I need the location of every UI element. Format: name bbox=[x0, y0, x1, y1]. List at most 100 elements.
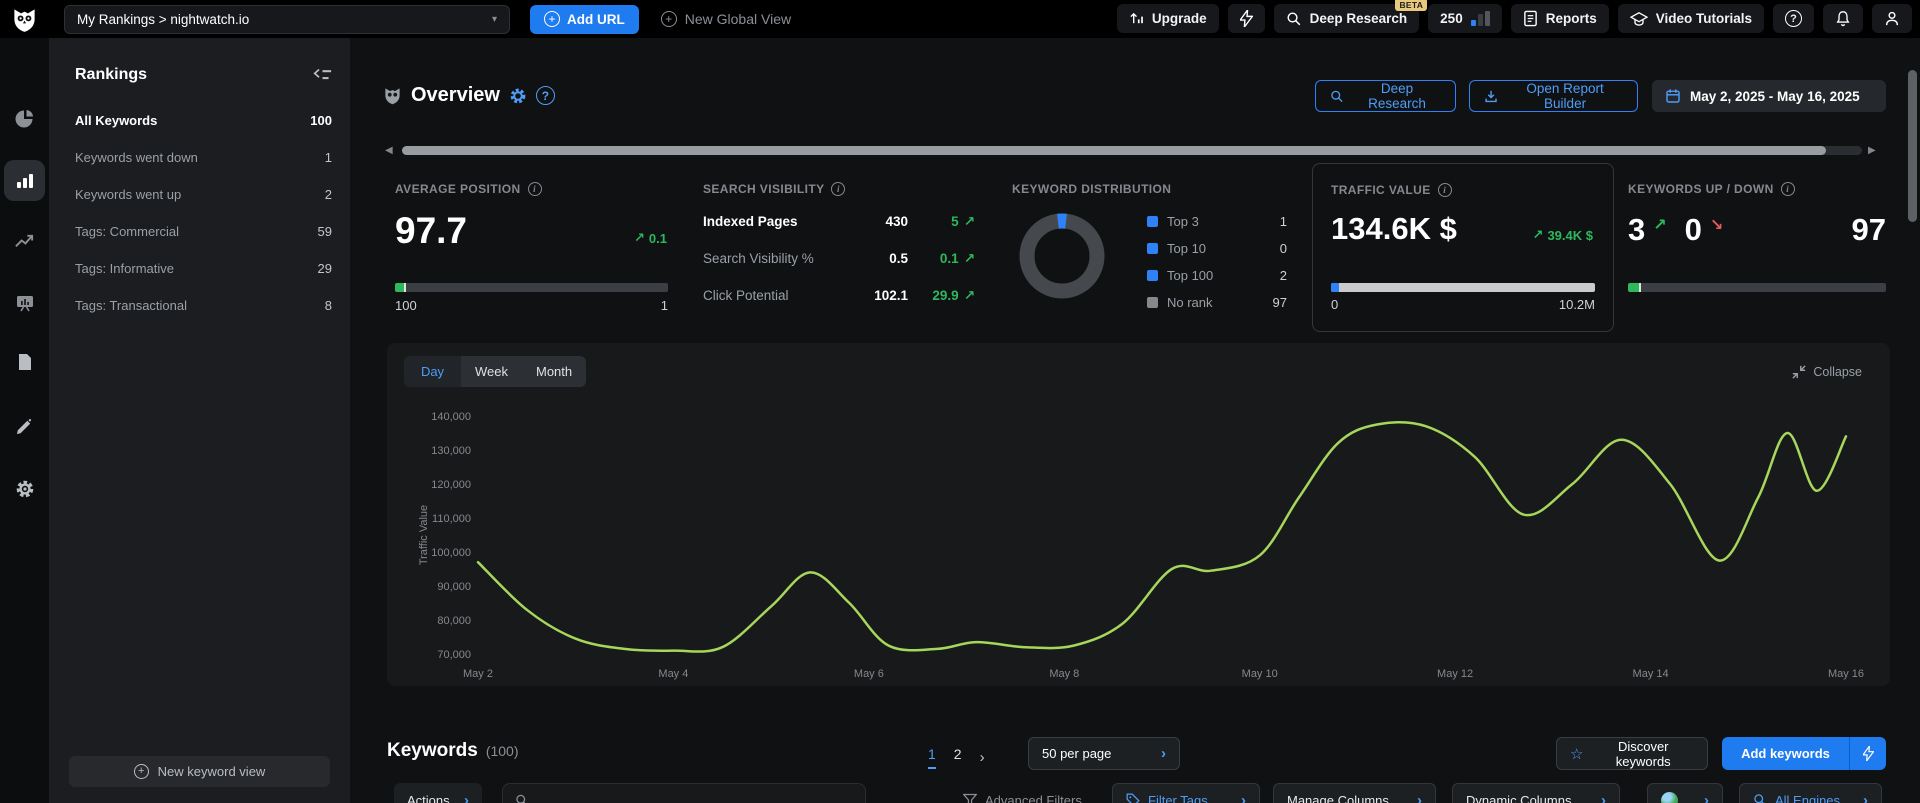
legend-swatch bbox=[1147, 269, 1158, 281]
sidebar-item-reports[interactable] bbox=[4, 341, 45, 382]
filter-tags-button[interactable]: Filter Tags › bbox=[1112, 783, 1260, 803]
legend-item-top-10: Top 10 0 bbox=[1147, 238, 1287, 258]
reports-button[interactable]: Reports bbox=[1510, 4, 1609, 33]
open-report-builder-button[interactable]: Open Report Builder bbox=[1469, 80, 1638, 112]
keywords-title: Keywords bbox=[387, 740, 478, 761]
sidebar-item-site-audit[interactable] bbox=[4, 282, 45, 323]
help-icon[interactable]: ? bbox=[535, 86, 555, 105]
sidebar-item-trends[interactable] bbox=[4, 221, 45, 262]
page-icon bbox=[18, 353, 31, 370]
sidebar-item-tags-informative[interactable]: Tags: Informative 29 bbox=[49, 250, 350, 287]
scroll-right-arrow[interactable]: ▶ bbox=[1868, 145, 1876, 156]
funnel-icon bbox=[963, 793, 977, 803]
keywords-up-down-bar bbox=[1628, 283, 1886, 292]
sidebar-item-settings[interactable] bbox=[4, 468, 45, 509]
date-range-picker[interactable]: May 2, 2025 - May 16, 2025 bbox=[1652, 80, 1886, 112]
keyword-views-list: All Keywords 100 Keywords went down 1 Keywor… bbox=[49, 102, 350, 324]
advanced-filters-button[interactable]: Advanced Filters bbox=[950, 783, 1095, 803]
notifications-button[interactable] bbox=[1823, 4, 1863, 33]
video-tutorials-button[interactable]: Video Tutorials bbox=[1617, 4, 1764, 33]
legend-label: Top 10 bbox=[1167, 240, 1207, 256]
sidebar-item-all-keywords[interactable]: All Keywords 100 bbox=[49, 102, 350, 139]
metric-value: 102.1 bbox=[874, 288, 908, 303]
boost-button[interactable] bbox=[1227, 4, 1265, 33]
deep-research-button[interactable]: Deep Research BETA bbox=[1273, 0, 1428, 33]
keyword-distribution-panel: KEYWORD DISTRIBUTION Top 3 1 Top 10 0 Top 10… bbox=[1012, 170, 1295, 334]
sidebar-item-tags-transactional[interactable]: Tags: Transactional 8 bbox=[49, 287, 350, 324]
discover-keywords-button[interactable]: ☆ Discover keywords bbox=[1556, 737, 1708, 770]
add-keywords-button[interactable]: Add keywords bbox=[1722, 737, 1849, 770]
project-selector-dropdown[interactable]: My Rankings > nightwatch.io ▾ bbox=[64, 4, 510, 34]
legend-item-top-3: Top 3 1 bbox=[1147, 211, 1287, 231]
scroll-left-arrow[interactable]: ◀ bbox=[385, 145, 393, 156]
tab-day[interactable]: Day bbox=[404, 356, 461, 387]
search-input[interactable] bbox=[537, 792, 853, 803]
next-page-button[interactable]: › bbox=[980, 749, 985, 766]
sidebar-item-dashboard[interactable] bbox=[4, 98, 45, 139]
info-icon[interactable]: i bbox=[1437, 183, 1452, 197]
svg-text:May 10: May 10 bbox=[1242, 668, 1278, 680]
up-arrow-icon: ↗ bbox=[1653, 217, 1667, 234]
legend-swatch bbox=[1147, 215, 1158, 227]
sidebar-item-keywords-went-down[interactable]: Keywords went down 1 bbox=[49, 139, 350, 176]
legend-label: Top 100 bbox=[1167, 267, 1214, 283]
svg-text:May 8: May 8 bbox=[1049, 668, 1079, 680]
svg-text:May 14: May 14 bbox=[1633, 668, 1669, 680]
new-global-view-button[interactable]: + New Global View bbox=[660, 11, 791, 27]
horizontal-scrollbar-thumb[interactable] bbox=[402, 146, 1826, 155]
nightwatch-logo[interactable] bbox=[0, 6, 49, 33]
per-page-dropdown[interactable]: 50 per page › bbox=[1028, 737, 1180, 770]
tab-month[interactable]: Month bbox=[522, 356, 586, 387]
metric-change: 5 ↗ bbox=[951, 214, 975, 229]
sidebar-item-rankings[interactable] bbox=[4, 160, 45, 201]
bar-chart-icon bbox=[16, 173, 33, 188]
view-settings-gear-icon[interactable] bbox=[509, 87, 527, 105]
sidebar-item-keywords-went-up[interactable]: Keywords went up 2 bbox=[49, 176, 350, 213]
account-button[interactable] bbox=[1872, 4, 1912, 33]
tab-week[interactable]: Week bbox=[461, 356, 522, 387]
page-title: Overview bbox=[411, 84, 500, 106]
search-icon bbox=[516, 794, 526, 803]
help-button[interactable]: ? bbox=[1773, 4, 1814, 33]
average-position-change: ↗ 0.1 bbox=[634, 230, 667, 246]
download-icon bbox=[1485, 90, 1497, 102]
all-engines-dropdown[interactable]: All Engines › bbox=[1739, 783, 1882, 803]
info-icon[interactable]: i bbox=[831, 182, 846, 196]
lightning-icon bbox=[1862, 746, 1874, 761]
vertical-scrollbar-thumb[interactable] bbox=[1908, 70, 1917, 222]
sidebar-item-tags-commercial[interactable]: Tags: Commercial 59 bbox=[49, 213, 350, 250]
keyword-search bbox=[502, 783, 866, 803]
dynamic-columns-button[interactable]: Dynamic Columns › bbox=[1452, 783, 1620, 803]
keywords-count: (100) bbox=[485, 743, 519, 759]
list-item-count: 2 bbox=[324, 187, 332, 202]
collapse-sidebar-icon[interactable] bbox=[313, 68, 332, 83]
svg-text:110,000: 110,000 bbox=[432, 513, 471, 525]
scale-max: 10.2M bbox=[1558, 297, 1595, 312]
keywords-up-down-panel: KEYWORDS UP / DOWN i 3 ↗ 0 ↘ 97 bbox=[1628, 170, 1886, 334]
manage-columns-button[interactable]: Manage Columns › bbox=[1273, 783, 1436, 803]
stat-title: AVERAGE POSITION bbox=[395, 182, 521, 196]
pagination: 1 2 › bbox=[928, 746, 985, 769]
deep-research-overview-button[interactable]: Deep Research bbox=[1315, 80, 1456, 112]
collapse-chart-button[interactable]: Collapse bbox=[1792, 365, 1862, 379]
page-1[interactable]: 1 bbox=[928, 746, 936, 769]
locale-selector[interactable]: › bbox=[1647, 783, 1723, 803]
new-keyword-view-button[interactable]: + New keyword view bbox=[69, 756, 330, 787]
chevron-down-icon: ▾ bbox=[491, 13, 497, 25]
credits-widget[interactable]: 250 bbox=[1428, 4, 1502, 33]
info-icon[interactable]: i bbox=[1780, 182, 1795, 196]
traffic-value-series-line bbox=[476, 421, 1848, 653]
keywords-up-value: 3 bbox=[1628, 212, 1646, 247]
actions-dropdown[interactable]: Actions › bbox=[394, 783, 482, 803]
page-2[interactable]: 2 bbox=[954, 746, 962, 769]
add-keywords-quick-button[interactable] bbox=[1849, 737, 1886, 770]
info-icon[interactable]: i bbox=[527, 182, 542, 196]
add-url-button[interactable]: + Add URL bbox=[530, 4, 639, 34]
pencil-icon bbox=[16, 419, 32, 435]
top-bar-right: Upgrade Deep Research BETA 250 Reports V… bbox=[1116, 0, 1912, 33]
svg-text:80,000: 80,000 bbox=[437, 615, 471, 627]
list-item-count: 29 bbox=[317, 261, 332, 276]
sidebar-item-notes[interactable] bbox=[4, 406, 45, 447]
upgrade-button[interactable]: Upgrade bbox=[1116, 4, 1219, 33]
svg-text:70,000: 70,000 bbox=[437, 649, 471, 661]
